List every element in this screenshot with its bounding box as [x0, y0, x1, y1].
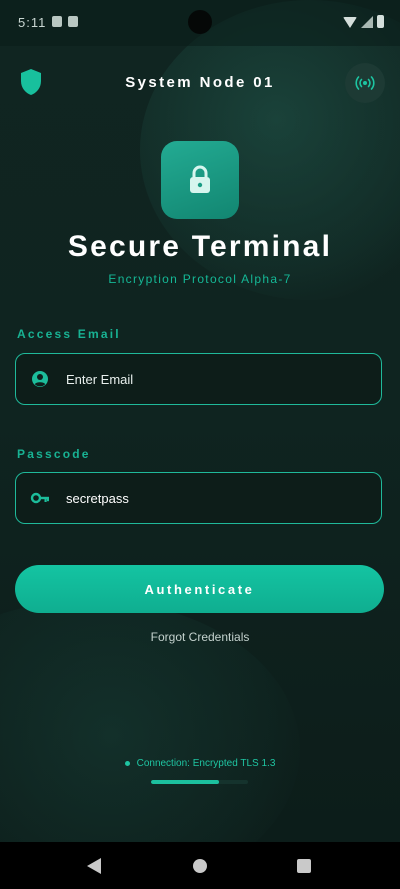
forgot-credentials-link[interactable]: Forgot Credentials	[0, 630, 400, 644]
back-triangle-icon[interactable]	[87, 858, 101, 874]
notification-icon	[52, 16, 62, 27]
page-subtitle: Encryption Protocol Alpha-7	[108, 272, 292, 286]
email-input[interactable]	[66, 354, 366, 404]
camera-cutout	[188, 10, 212, 34]
app-header: System Node 01	[0, 60, 400, 106]
system-nav-bar	[0, 842, 400, 889]
connection-status-text: Connection: Encrypted TLS 1.3	[136, 758, 276, 769]
header-title: System Node 01	[125, 74, 275, 91]
authenticate-button[interactable]: Authenticate	[15, 565, 384, 613]
broadcast-button[interactable]	[345, 63, 385, 103]
status-time: 5:11	[18, 15, 47, 30]
system-status-icons	[343, 15, 384, 28]
broadcast-signal-icon	[355, 76, 375, 90]
connection-progress-fill	[151, 780, 219, 784]
login-screen: 5:11 System Node 01 Secure Terminal Encr…	[0, 0, 400, 889]
cell-signal-icon	[361, 16, 373, 28]
user-circle-icon	[32, 371, 48, 387]
key-icon	[30, 492, 49, 504]
wifi-icon	[343, 17, 357, 28]
lock-icon	[190, 165, 210, 193]
lock-notification-icon	[68, 16, 78, 27]
passcode-field-container[interactable]	[15, 472, 382, 524]
connection-dot-icon	[124, 761, 130, 766]
recents-square-icon[interactable]	[297, 859, 311, 873]
connection-status: Connection: Encrypted TLS 1.3	[0, 758, 400, 769]
status-bar: 5:11	[0, 0, 400, 46]
email-label: Access Email	[17, 327, 121, 341]
battery-icon	[377, 15, 384, 28]
email-field-container[interactable]	[15, 353, 382, 405]
lock-badge	[161, 141, 239, 219]
passcode-input[interactable]	[66, 473, 366, 523]
notification-icons	[52, 16, 78, 27]
page-title: Secure Terminal	[67, 230, 333, 263]
connection-progress-track	[151, 780, 248, 784]
passcode-label: Passcode	[17, 447, 91, 461]
home-circle-icon[interactable]	[193, 859, 207, 873]
